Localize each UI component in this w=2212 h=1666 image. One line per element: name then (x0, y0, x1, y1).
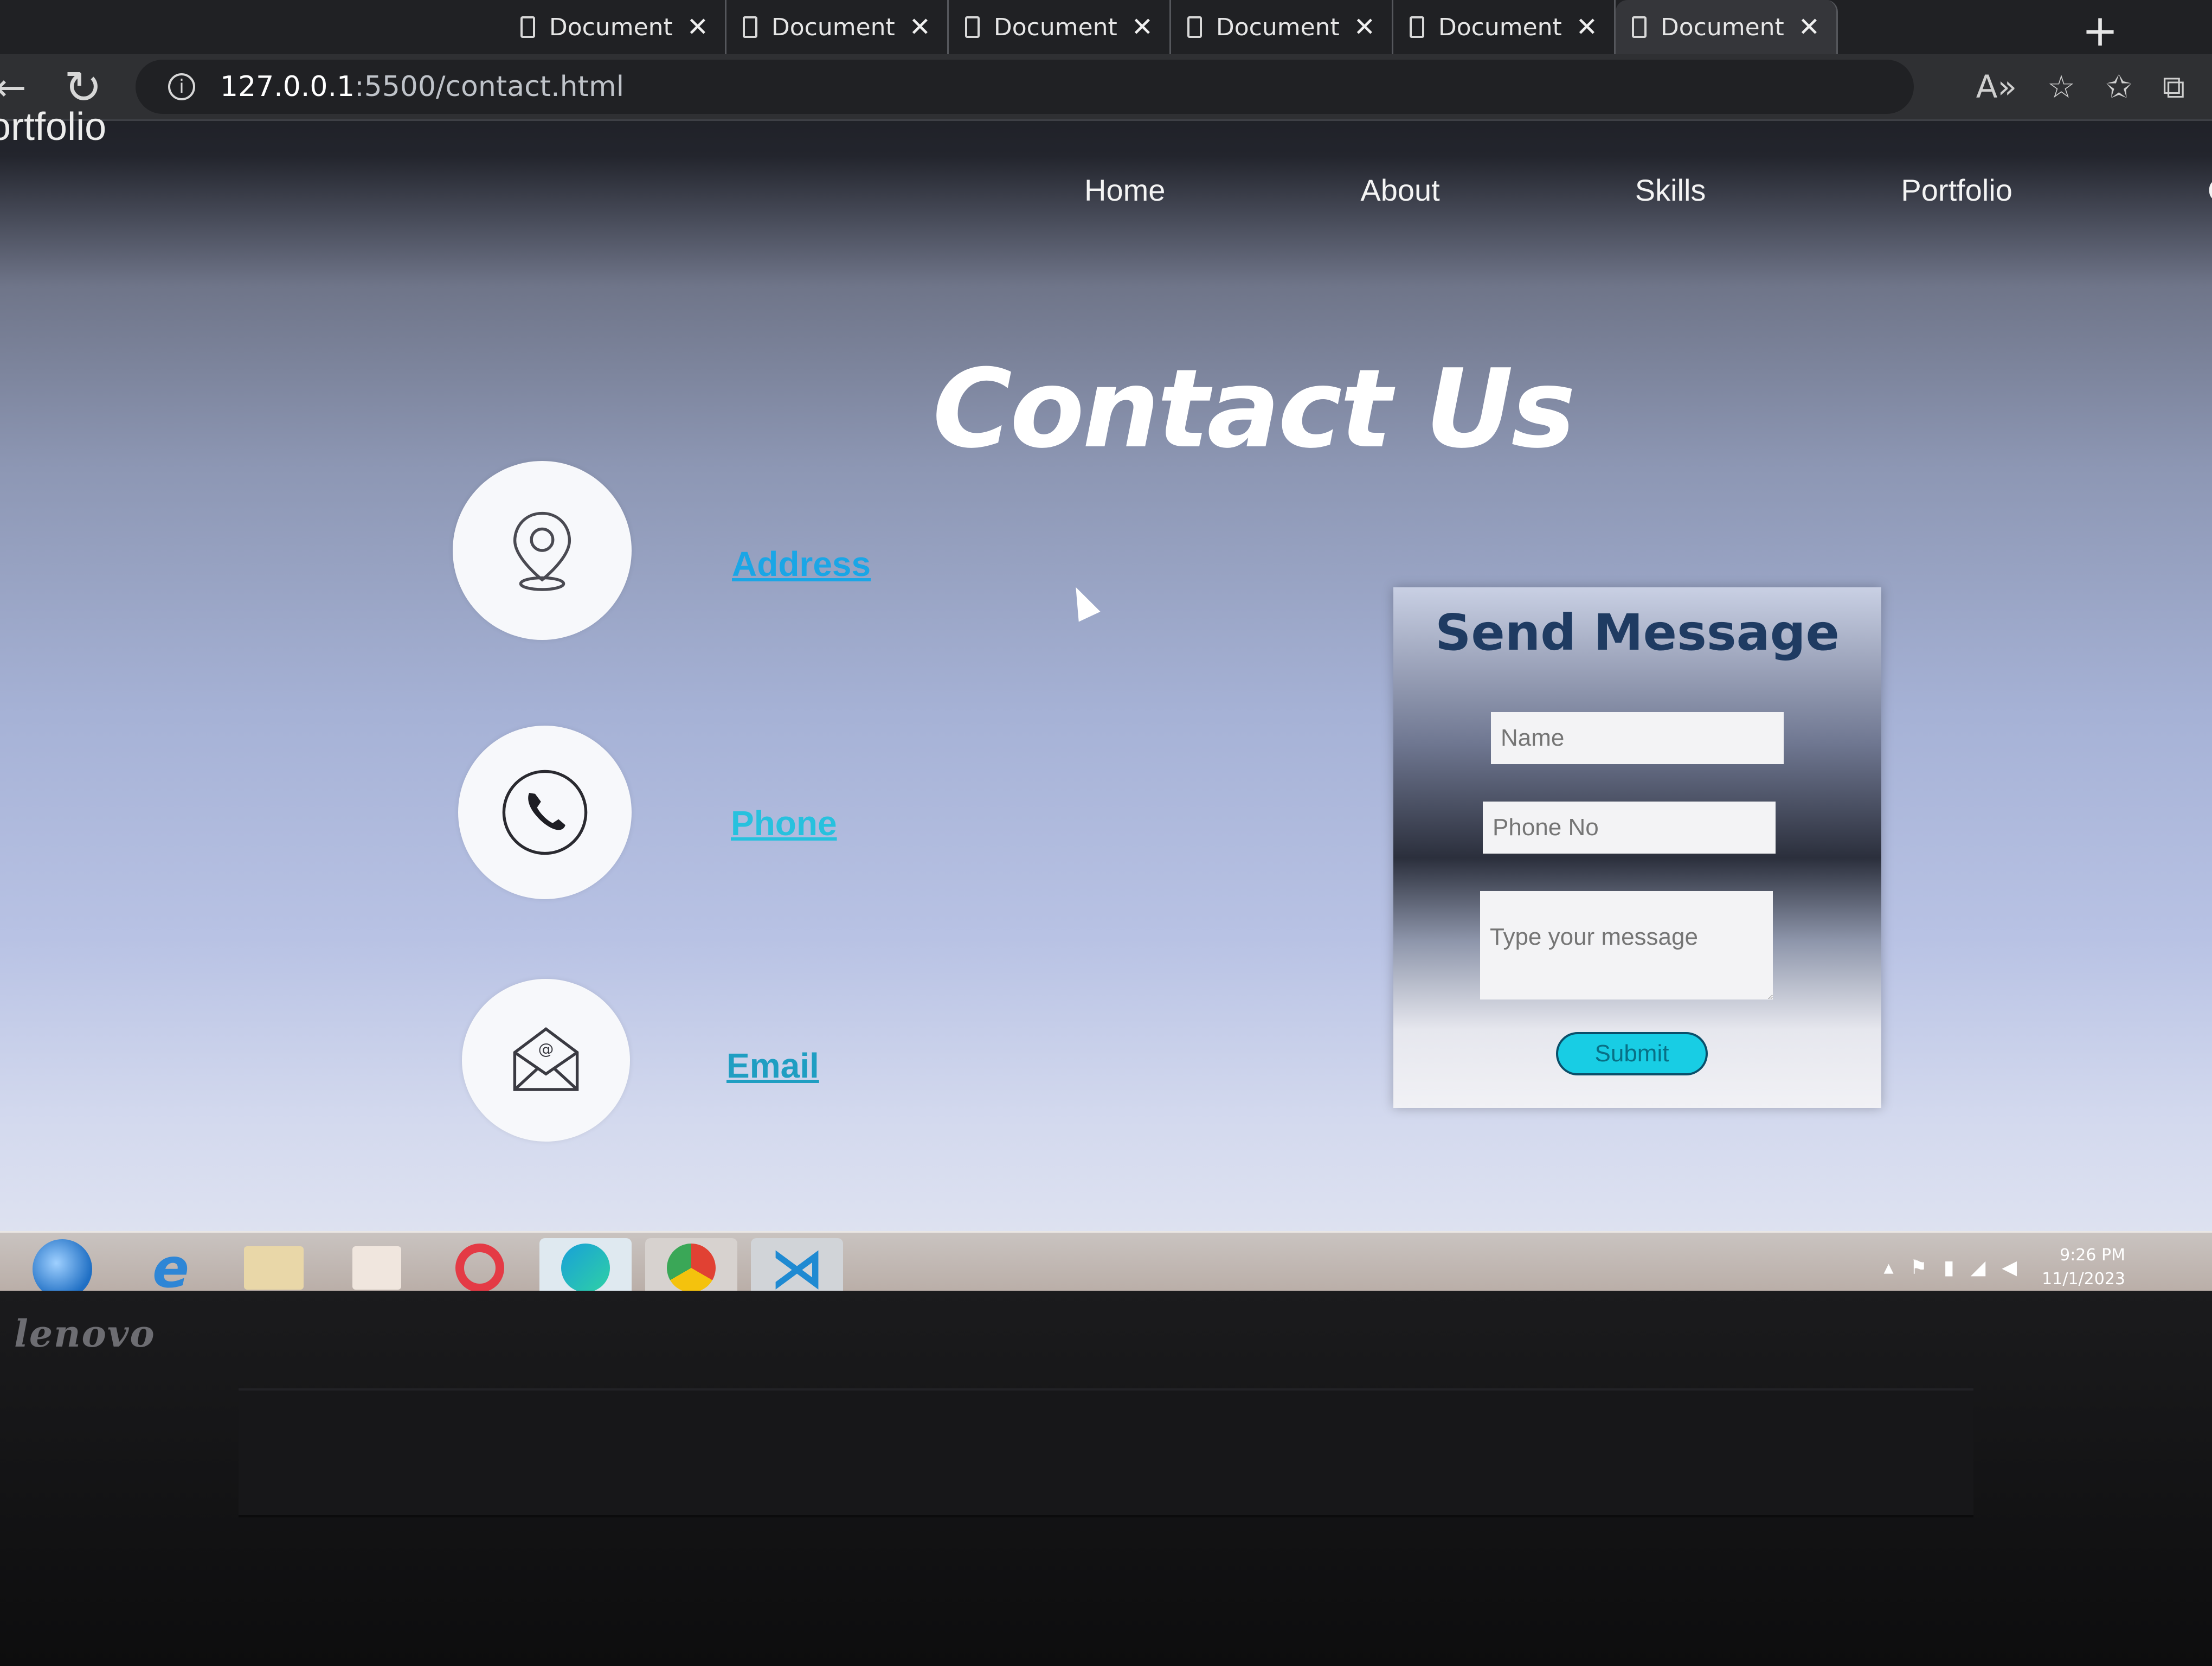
close-tab-icon[interactable]: ✕ (909, 12, 931, 42)
document-icon (743, 16, 757, 38)
lenovo-logo: lenovo (14, 1312, 156, 1356)
close-tab-icon[interactable]: ✕ (1131, 12, 1153, 42)
browser-tab[interactable]: Document ✕ (949, 0, 1171, 54)
url-host: 127.0.0.1 (220, 71, 355, 103)
site-info-icon[interactable]: i (168, 73, 195, 100)
document-icon (965, 16, 980, 38)
tab-title: Document (549, 13, 673, 41)
address-link[interactable]: Address (732, 544, 871, 584)
nav-portfolio[interactable]: Portfolio (1901, 172, 2012, 208)
browser-tab-active[interactable]: Document ✕ (1616, 0, 1838, 54)
page-title: Contact Us (933, 346, 1576, 472)
close-tab-icon[interactable]: ✕ (1798, 12, 1820, 42)
browser-tab[interactable]: Document ✕ (504, 0, 726, 54)
file-explorer-icon[interactable] (228, 1238, 320, 1298)
browser-tab[interactable]: Document ✕ (1393, 0, 1616, 54)
collections-icon[interactable]: ⧉ (2163, 68, 2185, 106)
close-tab-icon[interactable]: ✕ (1354, 12, 1375, 42)
tab-title: Document (1660, 13, 1784, 41)
favorites-icon[interactable]: ✩ (2106, 68, 2132, 105)
url-text: 127.0.0.1:5500/contact.html (220, 71, 624, 103)
phone-circle (458, 726, 632, 899)
clock-date: 11/1/2023 (2042, 1270, 2125, 1289)
document-icon (1632, 16, 1647, 38)
address-bar[interactable]: i 127.0.0.1:5500/contact.html (136, 60, 1914, 114)
browser-tab[interactable]: Document ✕ (726, 0, 949, 54)
phone-link[interactable]: Phone (731, 803, 837, 843)
send-message-form: Send Message Submit (1393, 587, 1881, 1108)
email-circle: @ (462, 979, 630, 1142)
laptop-screen: Document ✕ Document ✕ Document ✕ Documen… (0, 0, 2212, 1302)
site-logo[interactable]: ortfolio (0, 105, 106, 149)
opera-icon[interactable] (434, 1238, 526, 1298)
favorite-star-icon[interactable]: ☆ (2047, 68, 2075, 105)
document-icon (1187, 16, 1202, 38)
show-hidden-icons-icon[interactable]: ▴ (1883, 1257, 1893, 1279)
phone-field[interactable] (1483, 802, 1776, 854)
system-tray-icons: ▴ ⚑ ▮ ◢ ◀ (1883, 1257, 2017, 1279)
nav-home[interactable]: Home (1084, 172, 1165, 208)
start-button[interactable] (33, 1239, 92, 1299)
tab-title: Document (771, 13, 895, 41)
document-icon (520, 16, 535, 38)
url-path: :5500/contact.html (355, 71, 625, 103)
chrome-icon[interactable] (645, 1238, 737, 1298)
clock-time: 9:26 PM (2060, 1246, 2125, 1265)
tab-title: Document (1438, 13, 1562, 41)
svg-text:@: @ (538, 1040, 554, 1058)
document-icon (1410, 16, 1424, 38)
edge-icon[interactable] (539, 1238, 632, 1298)
network-icon[interactable]: ◢ (1971, 1257, 1986, 1279)
address-circle (453, 461, 632, 640)
web-page: ortfolio Home About Skills Portfolio Con… (0, 105, 2212, 1236)
browser-toolbar: ← ↻ i 127.0.0.1:5500/contact.html A» ☆ ✩… (0, 54, 2212, 121)
vscode-icon[interactable]: ⋊ (751, 1236, 843, 1300)
action-center-flag-icon[interactable]: ⚑ (1910, 1257, 1927, 1279)
close-tab-icon[interactable]: ✕ (687, 12, 709, 42)
form-heading: Send Message (1435, 604, 1840, 662)
tab-list: Document ✕ Document ✕ Document ✕ Documen… (504, 0, 1838, 54)
tab-title: Document (1216, 13, 1340, 41)
browser-tab-strip: Document ✕ Document ✕ Document ✕ Documen… (0, 0, 2212, 56)
media-player-icon[interactable] (331, 1238, 423, 1298)
message-field[interactable] (1480, 891, 1773, 999)
phone-icon (502, 770, 588, 855)
submit-button[interactable]: Submit (1556, 1032, 1708, 1075)
new-tab-icon[interactable]: + (2082, 5, 2118, 56)
battery-icon[interactable]: ▮ (1944, 1257, 1954, 1279)
email-link[interactable]: Email (726, 1046, 819, 1086)
close-tab-icon[interactable]: ✕ (1576, 12, 1598, 42)
back-arrow-icon[interactable]: ← (0, 65, 27, 110)
nav-about[interactable]: About (1360, 172, 1439, 208)
nav-contact[interactable]: Con (2208, 172, 2212, 208)
location-pin-icon (513, 511, 571, 591)
browser-tab[interactable]: Document ✕ (1171, 0, 1393, 54)
email-envelope-icon: @ (513, 1027, 579, 1091)
toolbar-icons: A» ☆ ✩ ⧉ (1976, 54, 2212, 119)
volume-icon[interactable]: ◀ (2002, 1257, 2017, 1279)
name-field[interactable] (1491, 712, 1784, 764)
internet-explorer-icon[interactable]: e (125, 1236, 217, 1300)
laptop-hinge (239, 1388, 1973, 1517)
tab-title: Document (993, 13, 1117, 41)
clock[interactable]: 9:26 PM 11/1/2023 (2042, 1244, 2125, 1291)
main-nav: Home About Skills Portfolio Con (1084, 172, 2212, 208)
read-aloud-icon[interactable]: A» (1976, 68, 2017, 105)
nav-skills[interactable]: Skills (1635, 172, 1706, 208)
